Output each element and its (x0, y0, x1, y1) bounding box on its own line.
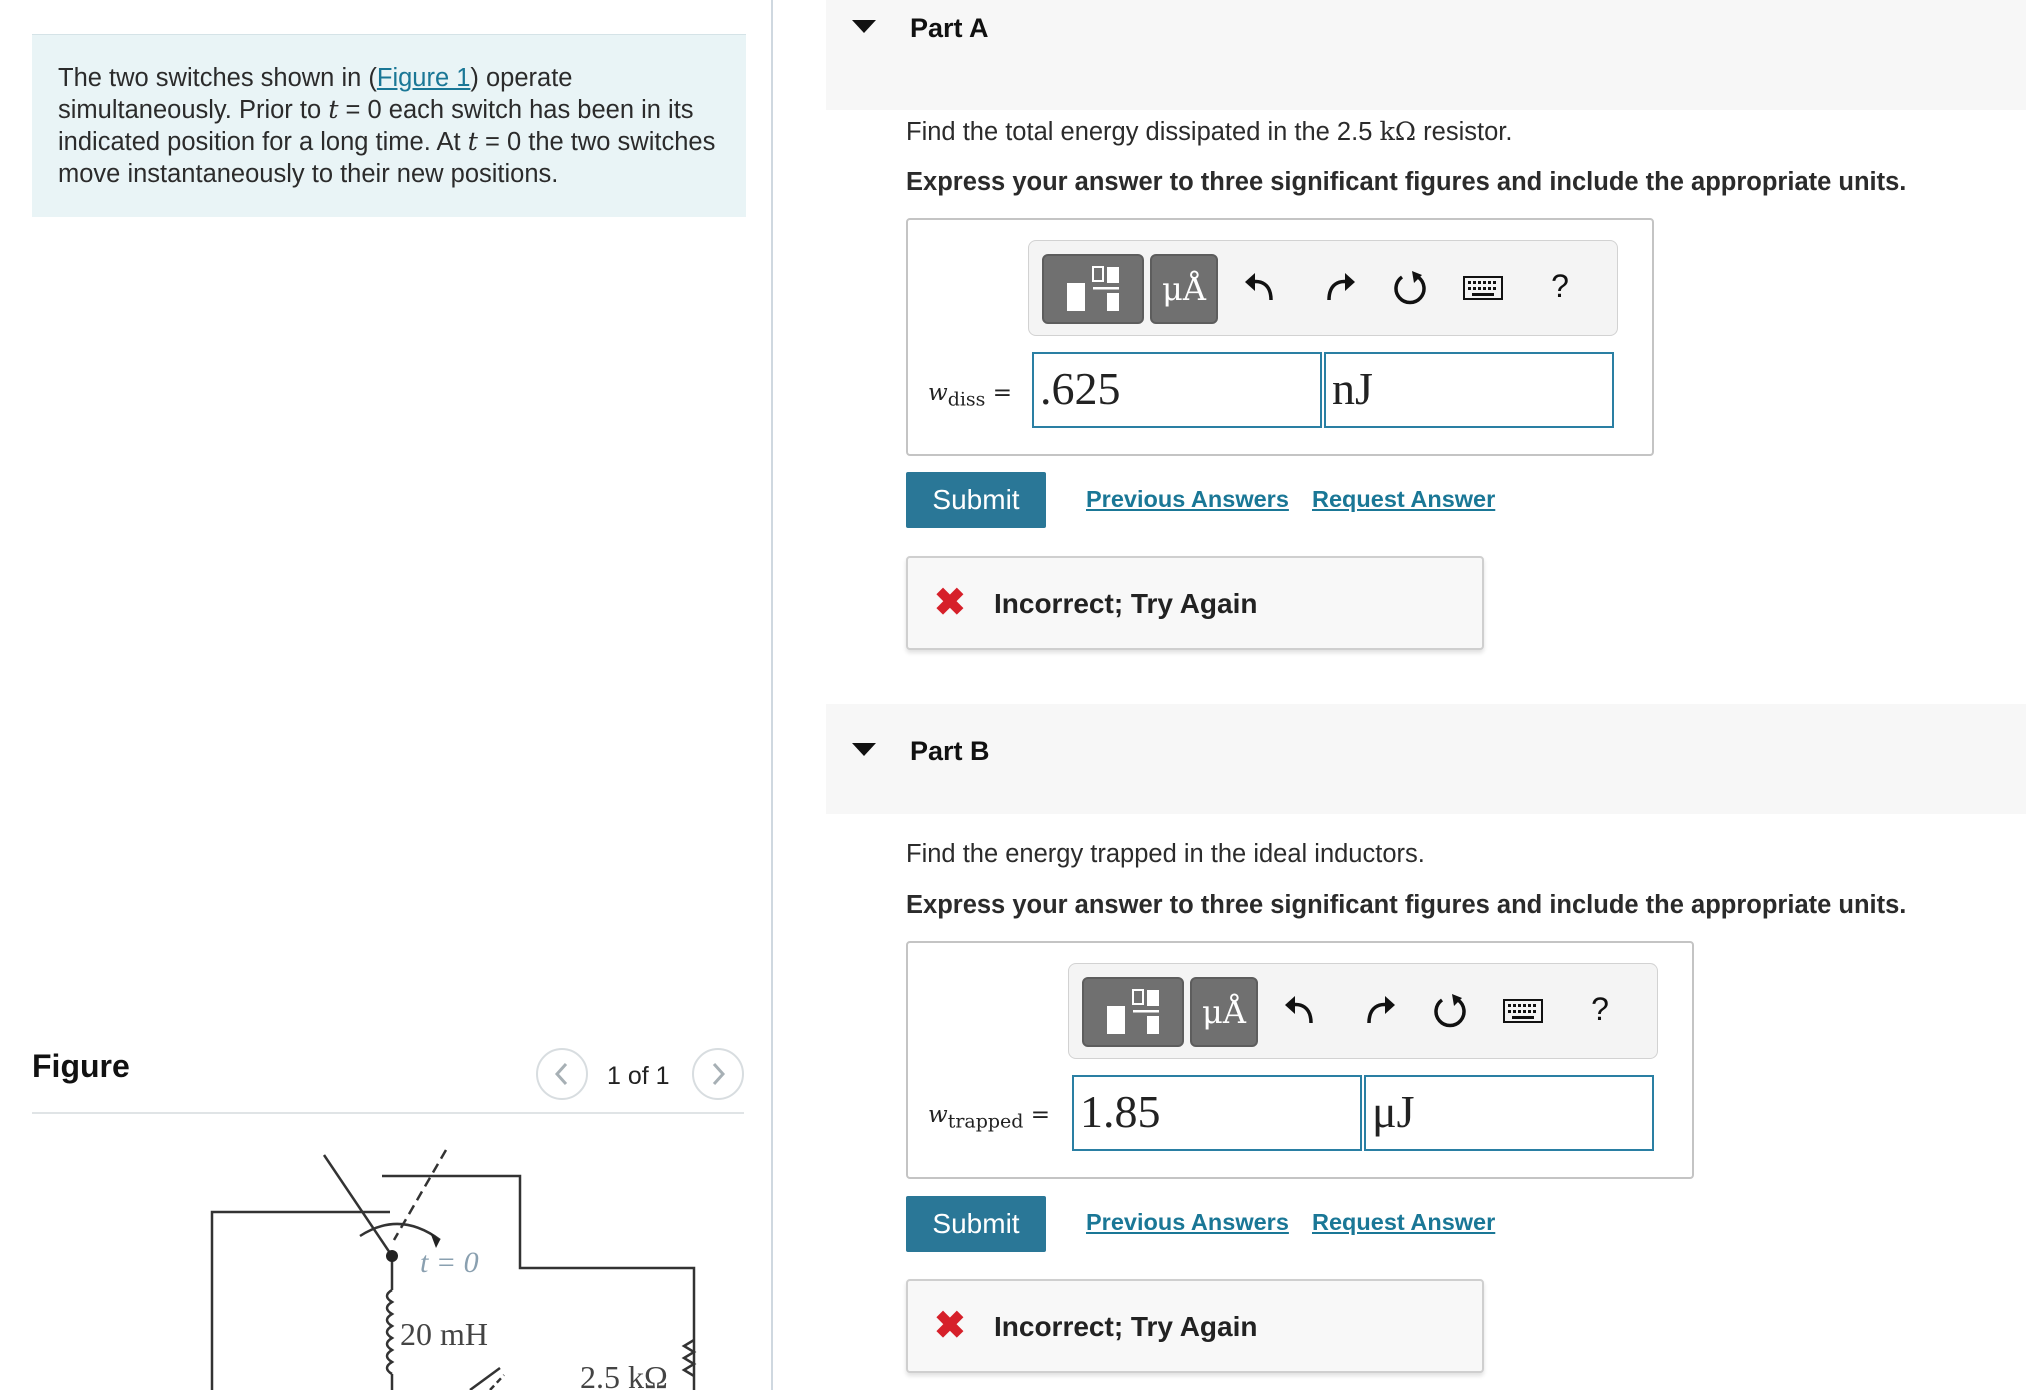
templates-icon[interactable] (1082, 977, 1184, 1047)
figure-prev-button[interactable] (536, 1048, 588, 1100)
chevron-left-icon (554, 1062, 568, 1086)
variable-subscript: diss (947, 388, 986, 411)
chevron-right-icon (712, 1062, 726, 1086)
figure-next-button[interactable] (692, 1048, 744, 1100)
reset-icon[interactable] (1430, 985, 1470, 1035)
part-b-header[interactable] (826, 704, 2026, 814)
part-a-prompt-text: Find the total energy dissipated in the … (906, 118, 1380, 146)
figure-divider (32, 1112, 744, 1114)
part-b-feedback-text: Incorrect; Try Again (994, 1311, 1258, 1342)
part-a-value-input[interactable]: .625 (1032, 352, 1322, 428)
redo-icon[interactable] (1320, 262, 1360, 312)
var-t: t (467, 127, 478, 157)
part-b-variable: wtrapped = (928, 1102, 1051, 1133)
part-a-title: Part A (910, 13, 989, 43)
undo-icon[interactable] (1240, 262, 1280, 312)
var-t: t (328, 95, 339, 125)
error-x-icon: ✖ (934, 1305, 966, 1347)
units-icon[interactable]: μÅ (1150, 254, 1218, 324)
part-a-units-input[interactable]: nJ (1324, 352, 1614, 428)
switch-time-label: t = 0 (420, 1246, 479, 1279)
error-x-icon: ✖ (934, 582, 966, 624)
caret-down-icon[interactable] (852, 743, 876, 756)
problem-statement: The two switches shown in (Figure 1) ope… (58, 62, 724, 190)
help-icon[interactable]: ? (1580, 987, 1620, 1031)
part-a-request-answer-link[interactable]: Request Answer (1312, 486, 1495, 513)
part-a-prompt: Find the total energy dissipated in the … (906, 117, 1512, 147)
help-icon[interactable]: ? (1540, 264, 1580, 308)
problem-text-1: The two switches shown in ( (58, 64, 377, 92)
variable-subscript: trapped (947, 1110, 1024, 1133)
part-a-prompt-unit: kΩ (1379, 117, 1417, 147)
part-b-submit-button[interactable]: Submit (906, 1196, 1046, 1252)
units-icon[interactable]: μÅ (1190, 977, 1258, 1047)
circuit-figure: t = 0 20 mH 2.5 kΩ (210, 1149, 697, 1390)
part-b-units-input[interactable]: μJ (1364, 1075, 1654, 1151)
figure-link[interactable]: Figure 1 (377, 64, 471, 92)
part-b-request-answer-link[interactable]: Request Answer (1312, 1209, 1495, 1236)
variable-symbol: w (928, 380, 948, 406)
inductor-label: 20 mH (400, 1316, 488, 1352)
figure-heading: Figure (32, 1048, 130, 1084)
part-a-previous-answers-link[interactable]: Previous Answers (1086, 486, 1289, 513)
part-b-value-input[interactable]: 1.85 (1072, 1075, 1362, 1151)
units-label: μÅ (1202, 993, 1246, 1031)
keyboard-icon[interactable] (1502, 993, 1544, 1029)
part-a-prompt-post: resistor. (1416, 118, 1513, 146)
panel-divider (771, 0, 773, 1390)
reset-icon[interactable] (1390, 262, 1430, 312)
part-a-variable: wdiss = (928, 380, 1013, 411)
units-label: μÅ (1162, 270, 1206, 308)
part-b-instruction: Express your answer to three significant… (906, 891, 1907, 919)
resistor-label: 2.5 kΩ (580, 1359, 668, 1390)
part-b-title: Part B (910, 736, 990, 766)
redo-icon[interactable] (1360, 985, 1400, 1035)
keyboard-icon[interactable] (1462, 270, 1504, 306)
templates-icon[interactable] (1042, 254, 1144, 324)
part-a-instruction: Express your answer to three significant… (906, 168, 1907, 196)
figure-counter: 1 of 1 (607, 1062, 670, 1090)
part-b-previous-answers-link[interactable]: Previous Answers (1086, 1209, 1289, 1236)
part-a-submit-button[interactable]: Submit (906, 472, 1046, 528)
caret-down-icon[interactable] (852, 20, 876, 33)
variable-symbol: w (928, 1102, 948, 1128)
part-b-prompt: Find the energy trapped in the ideal ind… (906, 840, 1425, 868)
part-a-header[interactable] (826, 0, 2026, 110)
part-a-feedback-text: Incorrect; Try Again (994, 588, 1258, 619)
undo-icon[interactable] (1280, 985, 1320, 1035)
